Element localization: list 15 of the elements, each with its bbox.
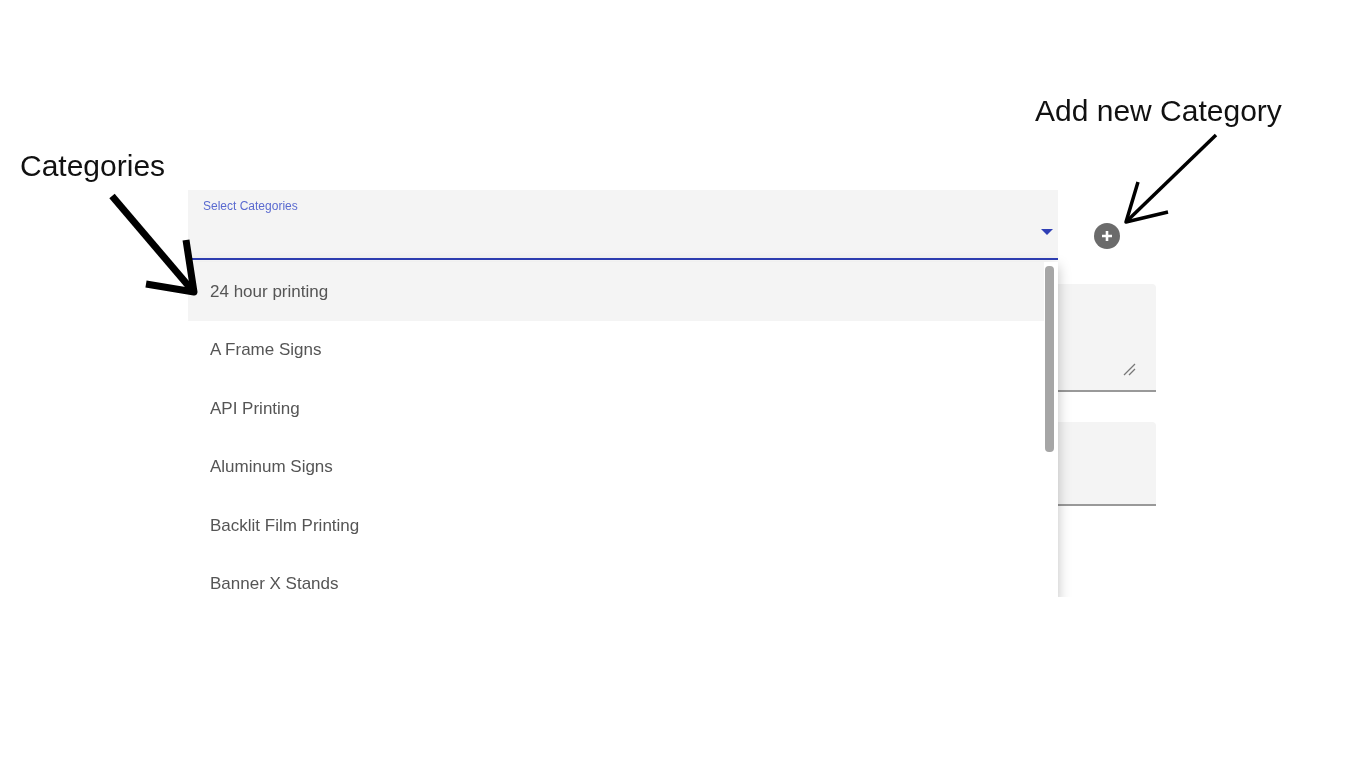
caret-icon[interactable] (1040, 228, 1054, 236)
scrollbar-thumb[interactable] (1045, 266, 1054, 452)
annotation-label: Add new Category (1035, 93, 1282, 129)
category-select[interactable]: Select Categories (188, 190, 1058, 260)
add-category-button[interactable] (1094, 223, 1120, 249)
menu-option[interactable]: 24 hour printing (188, 262, 1044, 321)
menu-option[interactable]: Backlit Film Printing (188, 496, 1044, 555)
annotation-label: Categories (20, 148, 166, 184)
plus-icon (1100, 229, 1114, 243)
menu-option[interactable]: Aluminum Signs (188, 437, 1044, 496)
menu-option[interactable]: A Frame Signs (188, 320, 1044, 379)
select-label: Select Categories (203, 198, 299, 215)
menu-option[interactable]: API Printing (188, 379, 1044, 438)
resize-handle-icon[interactable] (1122, 362, 1136, 376)
menu-option[interactable]: Banner X Stands (188, 554, 1044, 597)
